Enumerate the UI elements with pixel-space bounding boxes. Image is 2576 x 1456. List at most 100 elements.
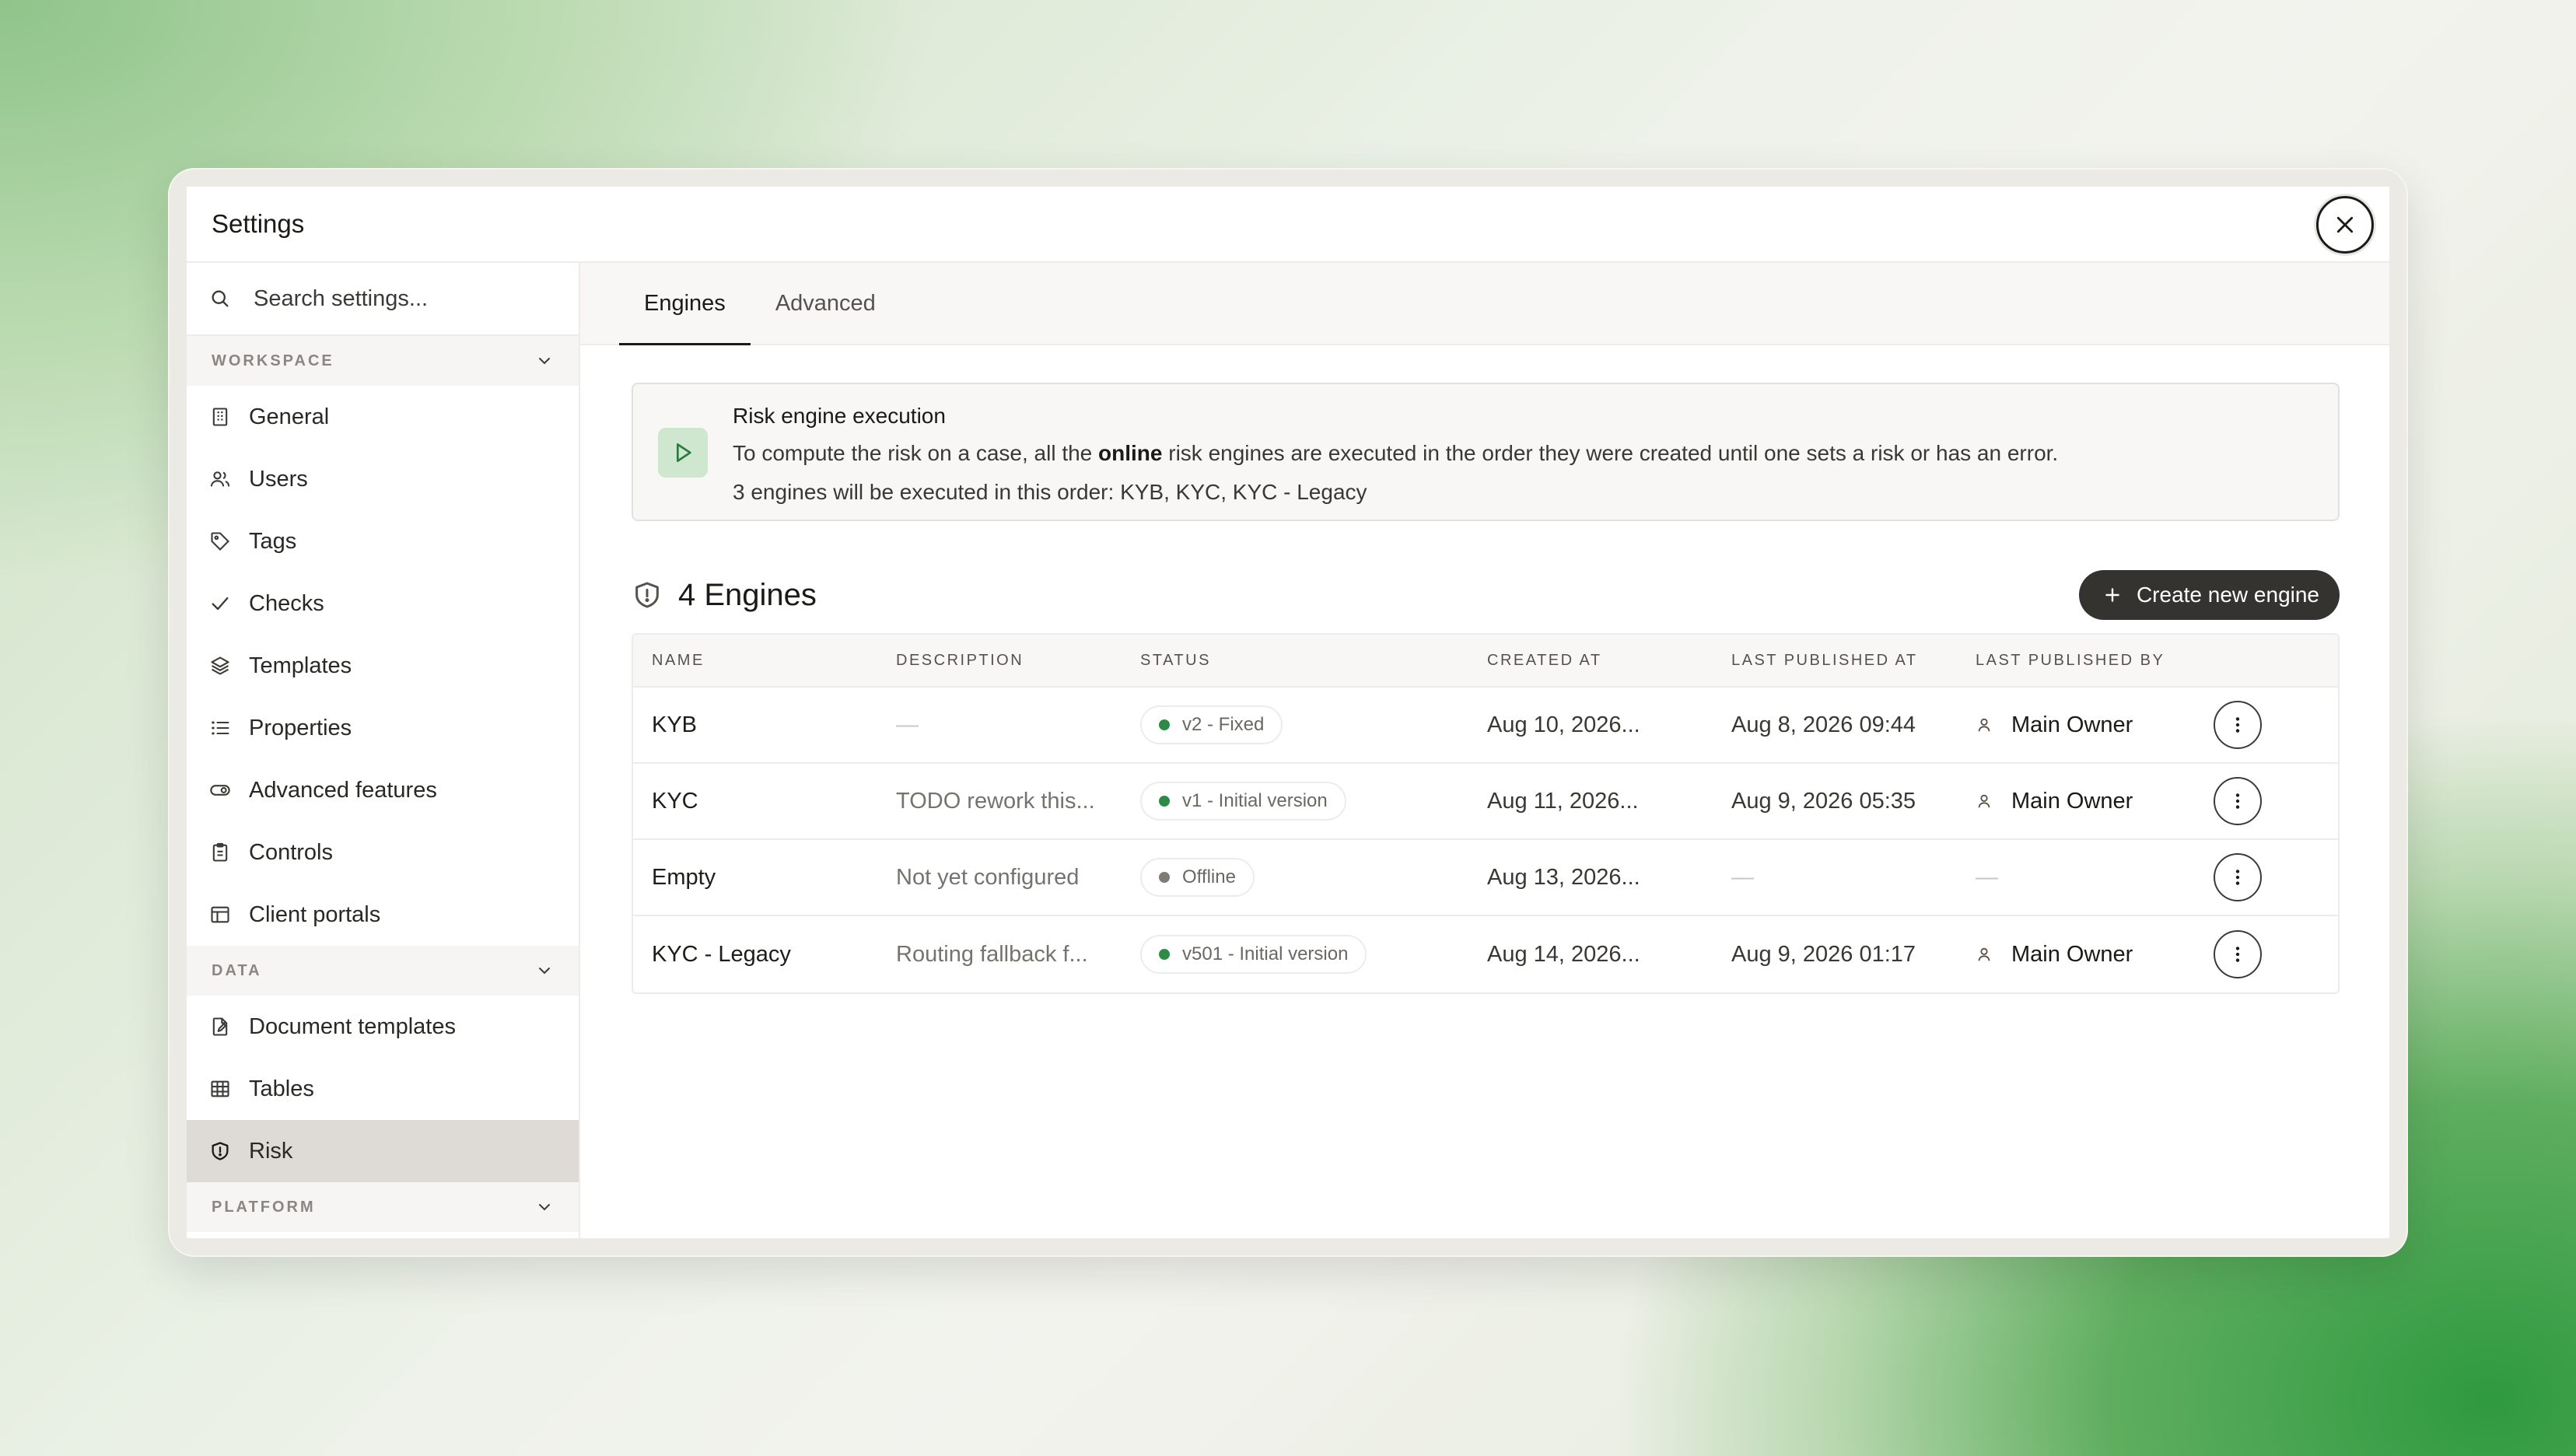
col-last-published-by[interactable]: LAST PUBLISHED BY <box>1957 652 2201 670</box>
modal-header: Settings <box>187 187 2389 263</box>
col-status[interactable]: STATUS <box>1122 652 1468 670</box>
tab-engines[interactable]: Engines <box>619 263 751 345</box>
play-icon <box>658 428 708 478</box>
sidebar-item-label: Checks <box>249 590 324 616</box>
sidebar-item-tags[interactable]: Tags <box>187 510 579 572</box>
sidebar-item-checks[interactable]: Checks <box>187 572 579 635</box>
engine-created-at: Aug 14, 2026... <box>1487 941 1640 967</box>
sidebar-item-templates[interactable]: Templates <box>187 635 579 697</box>
status-dot <box>1159 796 1170 807</box>
table-row[interactable]: Empty Not yet configured Offline Aug 13,… <box>633 840 2338 916</box>
sidebar-item-label: Properties <box>249 715 352 740</box>
risk-execution-info: Risk engine execution To compute the ris… <box>632 383 2340 521</box>
sidebar-item-risk[interactable]: Risk <box>187 1120 579 1182</box>
close-icon <box>2336 216 2354 233</box>
engine-published-by: — <box>1976 864 1998 890</box>
modal-title: Settings <box>212 209 305 238</box>
sidebar-item-advanced-features[interactable]: Advanced features <box>187 759 579 821</box>
tab-advanced[interactable]: Advanced <box>751 263 901 344</box>
status-dot <box>1159 872 1170 883</box>
status-dot <box>1159 719 1170 730</box>
row-actions-button[interactable] <box>2214 930 2262 978</box>
engine-published-by: Main Owner <box>1957 712 2201 738</box>
engine-description: — <box>896 712 919 737</box>
status-dot <box>1159 949 1170 960</box>
section-platform-label: PLATFORM <box>212 1198 316 1216</box>
settings-sidebar: WORKSPACE General Users Tags Che <box>187 263 580 1238</box>
section-workspace-label: WORKSPACE <box>212 352 334 369</box>
col-description[interactable]: DESCRIPTION <box>877 652 1122 670</box>
sidebar-item-tables[interactable]: Tables <box>187 1058 579 1120</box>
engine-published-at: Aug 9, 2026 05:35 <box>1731 788 1916 814</box>
col-created-at[interactable]: CREATED AT <box>1468 652 1713 670</box>
col-name[interactable]: NAME <box>633 652 877 670</box>
section-workspace[interactable]: WORKSPACE <box>187 336 579 386</box>
chevron-down-icon <box>539 968 550 975</box>
engine-description: Not yet configured <box>896 864 1080 890</box>
table-row[interactable]: KYC - Legacy Routing fallback f... v501 … <box>633 916 2338 992</box>
sidebar-item-label: Controls <box>249 839 333 865</box>
engine-published-at: — <box>1731 864 1754 890</box>
sidebar-item-label: General <box>249 404 330 429</box>
engine-published-at: Aug 8, 2026 09:44 <box>1731 712 1916 737</box>
plus-icon <box>2105 588 2119 602</box>
layout-icon <box>208 903 232 926</box>
create-engine-button[interactable]: Create new engine <box>2078 570 2340 620</box>
building-icon <box>208 405 232 429</box>
search-row <box>187 263 579 336</box>
engine-name: KYC - Legacy <box>652 941 791 967</box>
sidebar-item-label: Templates <box>249 653 352 678</box>
sidebar-item-properties[interactable]: Properties <box>187 697 579 759</box>
settings-modal: Settings WORKSPACE Gene <box>187 187 2389 1238</box>
sidebar-item-controls[interactable]: Controls <box>187 821 579 884</box>
section-data[interactable]: DATA <box>187 946 579 996</box>
sidebar-item-document-templates[interactable]: Document templates <box>187 996 579 1058</box>
settings-modal-frame: Settings WORKSPACE Gene <box>168 168 2408 1257</box>
chevron-down-icon <box>539 1204 550 1211</box>
status-badge: v2 - Fixed <box>1140 705 1283 744</box>
col-last-published-at[interactable]: LAST PUBLISHED AT <box>1713 652 1957 670</box>
tag-icon <box>208 530 232 553</box>
row-actions-button[interactable] <box>2214 701 2262 749</box>
engines-count: 4 Engines <box>678 577 817 612</box>
shield-icon <box>208 1139 232 1163</box>
info-title: Risk engine execution <box>733 404 946 428</box>
engine-name: Empty <box>652 864 716 890</box>
engine-name: KYB <box>652 712 698 737</box>
toggle-icon <box>208 779 232 802</box>
sidebar-item-label: Document templates <box>249 1013 456 1039</box>
sidebar-item-general[interactable]: General <box>187 386 579 448</box>
engine-created-at: Aug 10, 2026... <box>1487 712 1640 737</box>
clipboard-icon <box>208 841 232 864</box>
shield-alert-icon <box>635 582 659 608</box>
tab-bar: Engines Advanced <box>580 263 2389 345</box>
more-vertical-icon <box>2235 793 2240 809</box>
sidebar-item-label: Tags <box>249 528 297 554</box>
sidebar-item-label: Client portals <box>249 901 381 927</box>
create-engine-label: Create new engine <box>2136 583 2319 607</box>
section-data-label: DATA <box>212 961 262 979</box>
engine-published-by: Main Owner <box>1957 942 2201 968</box>
engines-title: 4 Engines <box>632 578 817 613</box>
settings-main: Engines Advanced Risk engine execution T… <box>580 263 2389 1238</box>
engines-table: NAME DESCRIPTION STATUS CREATED AT LAST … <box>632 633 2340 994</box>
users-icon <box>208 467 232 491</box>
more-vertical-icon <box>2235 870 2240 885</box>
user-icon <box>1978 947 1990 961</box>
engine-description: TODO rework this... <box>896 788 1095 814</box>
table-row[interactable]: KYB — v2 - Fixed Aug 10, 2026... Aug 8, … <box>633 688 2338 764</box>
close-button[interactable] <box>2316 196 2374 254</box>
info-execution-order: 3 engines will be executed in this order… <box>733 480 1367 504</box>
row-actions-button[interactable] <box>2214 777 2262 825</box>
status-badge: v1 - Initial version <box>1140 782 1346 821</box>
sidebar-item-client-portals[interactable]: Client portals <box>187 884 579 946</box>
search-input[interactable] <box>254 285 549 312</box>
row-actions-button[interactable] <box>2214 853 2262 901</box>
list-icon <box>208 716 232 740</box>
sidebar-item-users[interactable]: Users <box>187 448 579 510</box>
section-platform[interactable]: PLATFORM <box>187 1182 579 1232</box>
table-row[interactable]: KYC TODO rework this... v1 - Initial ver… <box>633 764 2338 840</box>
file-edit-icon <box>208 1015 232 1038</box>
chevron-down-icon <box>539 358 550 365</box>
engine-created-at: Aug 11, 2026... <box>1487 788 1639 814</box>
